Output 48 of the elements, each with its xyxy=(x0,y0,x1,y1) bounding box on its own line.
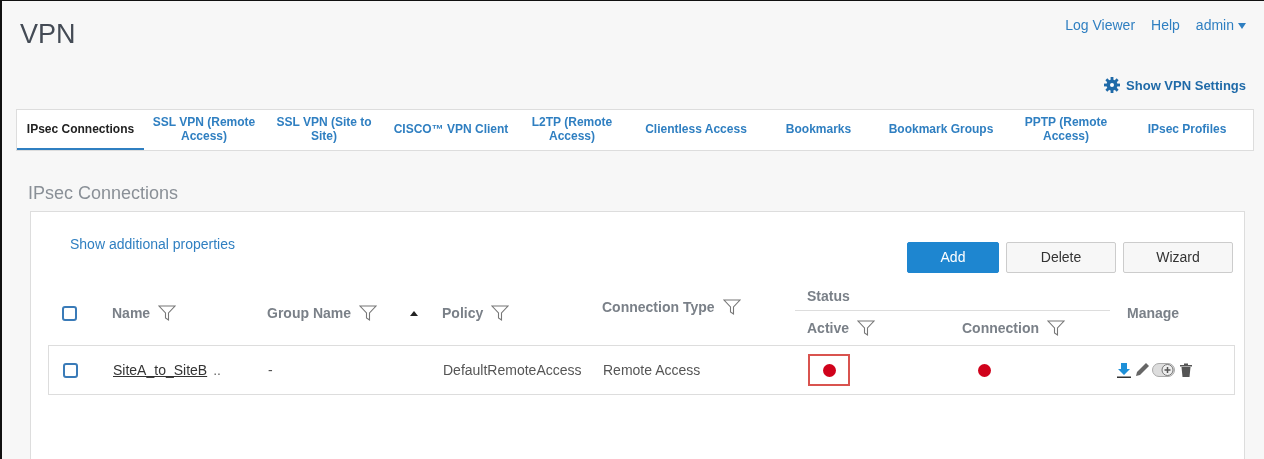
select-all-checkbox[interactable] xyxy=(62,305,77,321)
column-header: Manage xyxy=(1127,305,1180,321)
tab[interactable]: Bookmarks xyxy=(766,110,871,150)
tab[interactable]: SSL VPN (Remote Access) xyxy=(144,110,264,150)
trash-icon[interactable] xyxy=(1178,362,1194,378)
section-title: IPsec Connections xyxy=(27,182,180,203)
name-link[interactable]: SiteA_to_SiteB xyxy=(113,362,208,378)
tab[interactable]: CISCO™ VPN Client xyxy=(384,110,518,150)
tab[interactable]: SSL VPN (Site to Site) xyxy=(264,110,384,150)
tab[interactable]: Clientless Access xyxy=(626,110,766,150)
sort-icon[interactable] xyxy=(410,310,418,316)
settings-icon xyxy=(1104,77,1121,93)
tab[interactable]: IPsec Profiles xyxy=(1121,110,1253,150)
action-button[interactable]: Wizard xyxy=(1123,241,1233,273)
top-link[interactable]: Log Viewer xyxy=(1065,17,1136,33)
download-icon[interactable] xyxy=(1116,362,1132,378)
settings-link[interactable]: Show VPN Settings xyxy=(1104,77,1246,93)
row-checkbox[interactable] xyxy=(63,362,78,378)
tab[interactable]: L2TP (Remote Access) xyxy=(518,110,626,150)
filter-icon[interactable] xyxy=(1047,319,1065,337)
column-header: Policy xyxy=(442,305,484,321)
column-header: Name xyxy=(112,305,151,321)
user-menu[interactable]: admin xyxy=(1195,17,1246,33)
column-header: Active xyxy=(807,320,850,336)
filter-icon[interactable] xyxy=(491,304,510,322)
table-cell: DefaultRemoteAccess xyxy=(443,362,582,378)
caret-icon[interactable] xyxy=(1238,23,1246,30)
filter-icon[interactable] xyxy=(359,304,377,322)
table-cell: - xyxy=(268,362,273,378)
tab[interactable]: PPTP (Remote Access) xyxy=(1011,110,1121,150)
column-header: Connection Type xyxy=(602,299,715,315)
column-header: Status xyxy=(807,288,850,304)
pencil-icon[interactable] xyxy=(1134,362,1150,378)
properties-link[interactable]: Show additional properties xyxy=(70,236,907,252)
filter-icon[interactable] xyxy=(158,304,177,322)
top-link[interactable]: Help xyxy=(1151,17,1180,33)
toggle-add-icon[interactable] xyxy=(1152,362,1176,378)
column-header: Group Name xyxy=(267,305,351,321)
add-button[interactable]: Add xyxy=(907,241,999,273)
truncation-mark: .. xyxy=(213,362,221,378)
filter-icon[interactable] xyxy=(857,319,876,337)
page-title: VPN xyxy=(20,19,76,51)
column-header: Connection xyxy=(962,320,1039,336)
tab[interactable]: Bookmark Groups xyxy=(871,110,1011,150)
filter-icon[interactable] xyxy=(722,298,741,316)
action-button[interactable]: Delete xyxy=(1006,241,1116,273)
tab[interactable]: IPsec Connections xyxy=(17,110,144,150)
table-cell: Remote Access xyxy=(603,362,701,378)
